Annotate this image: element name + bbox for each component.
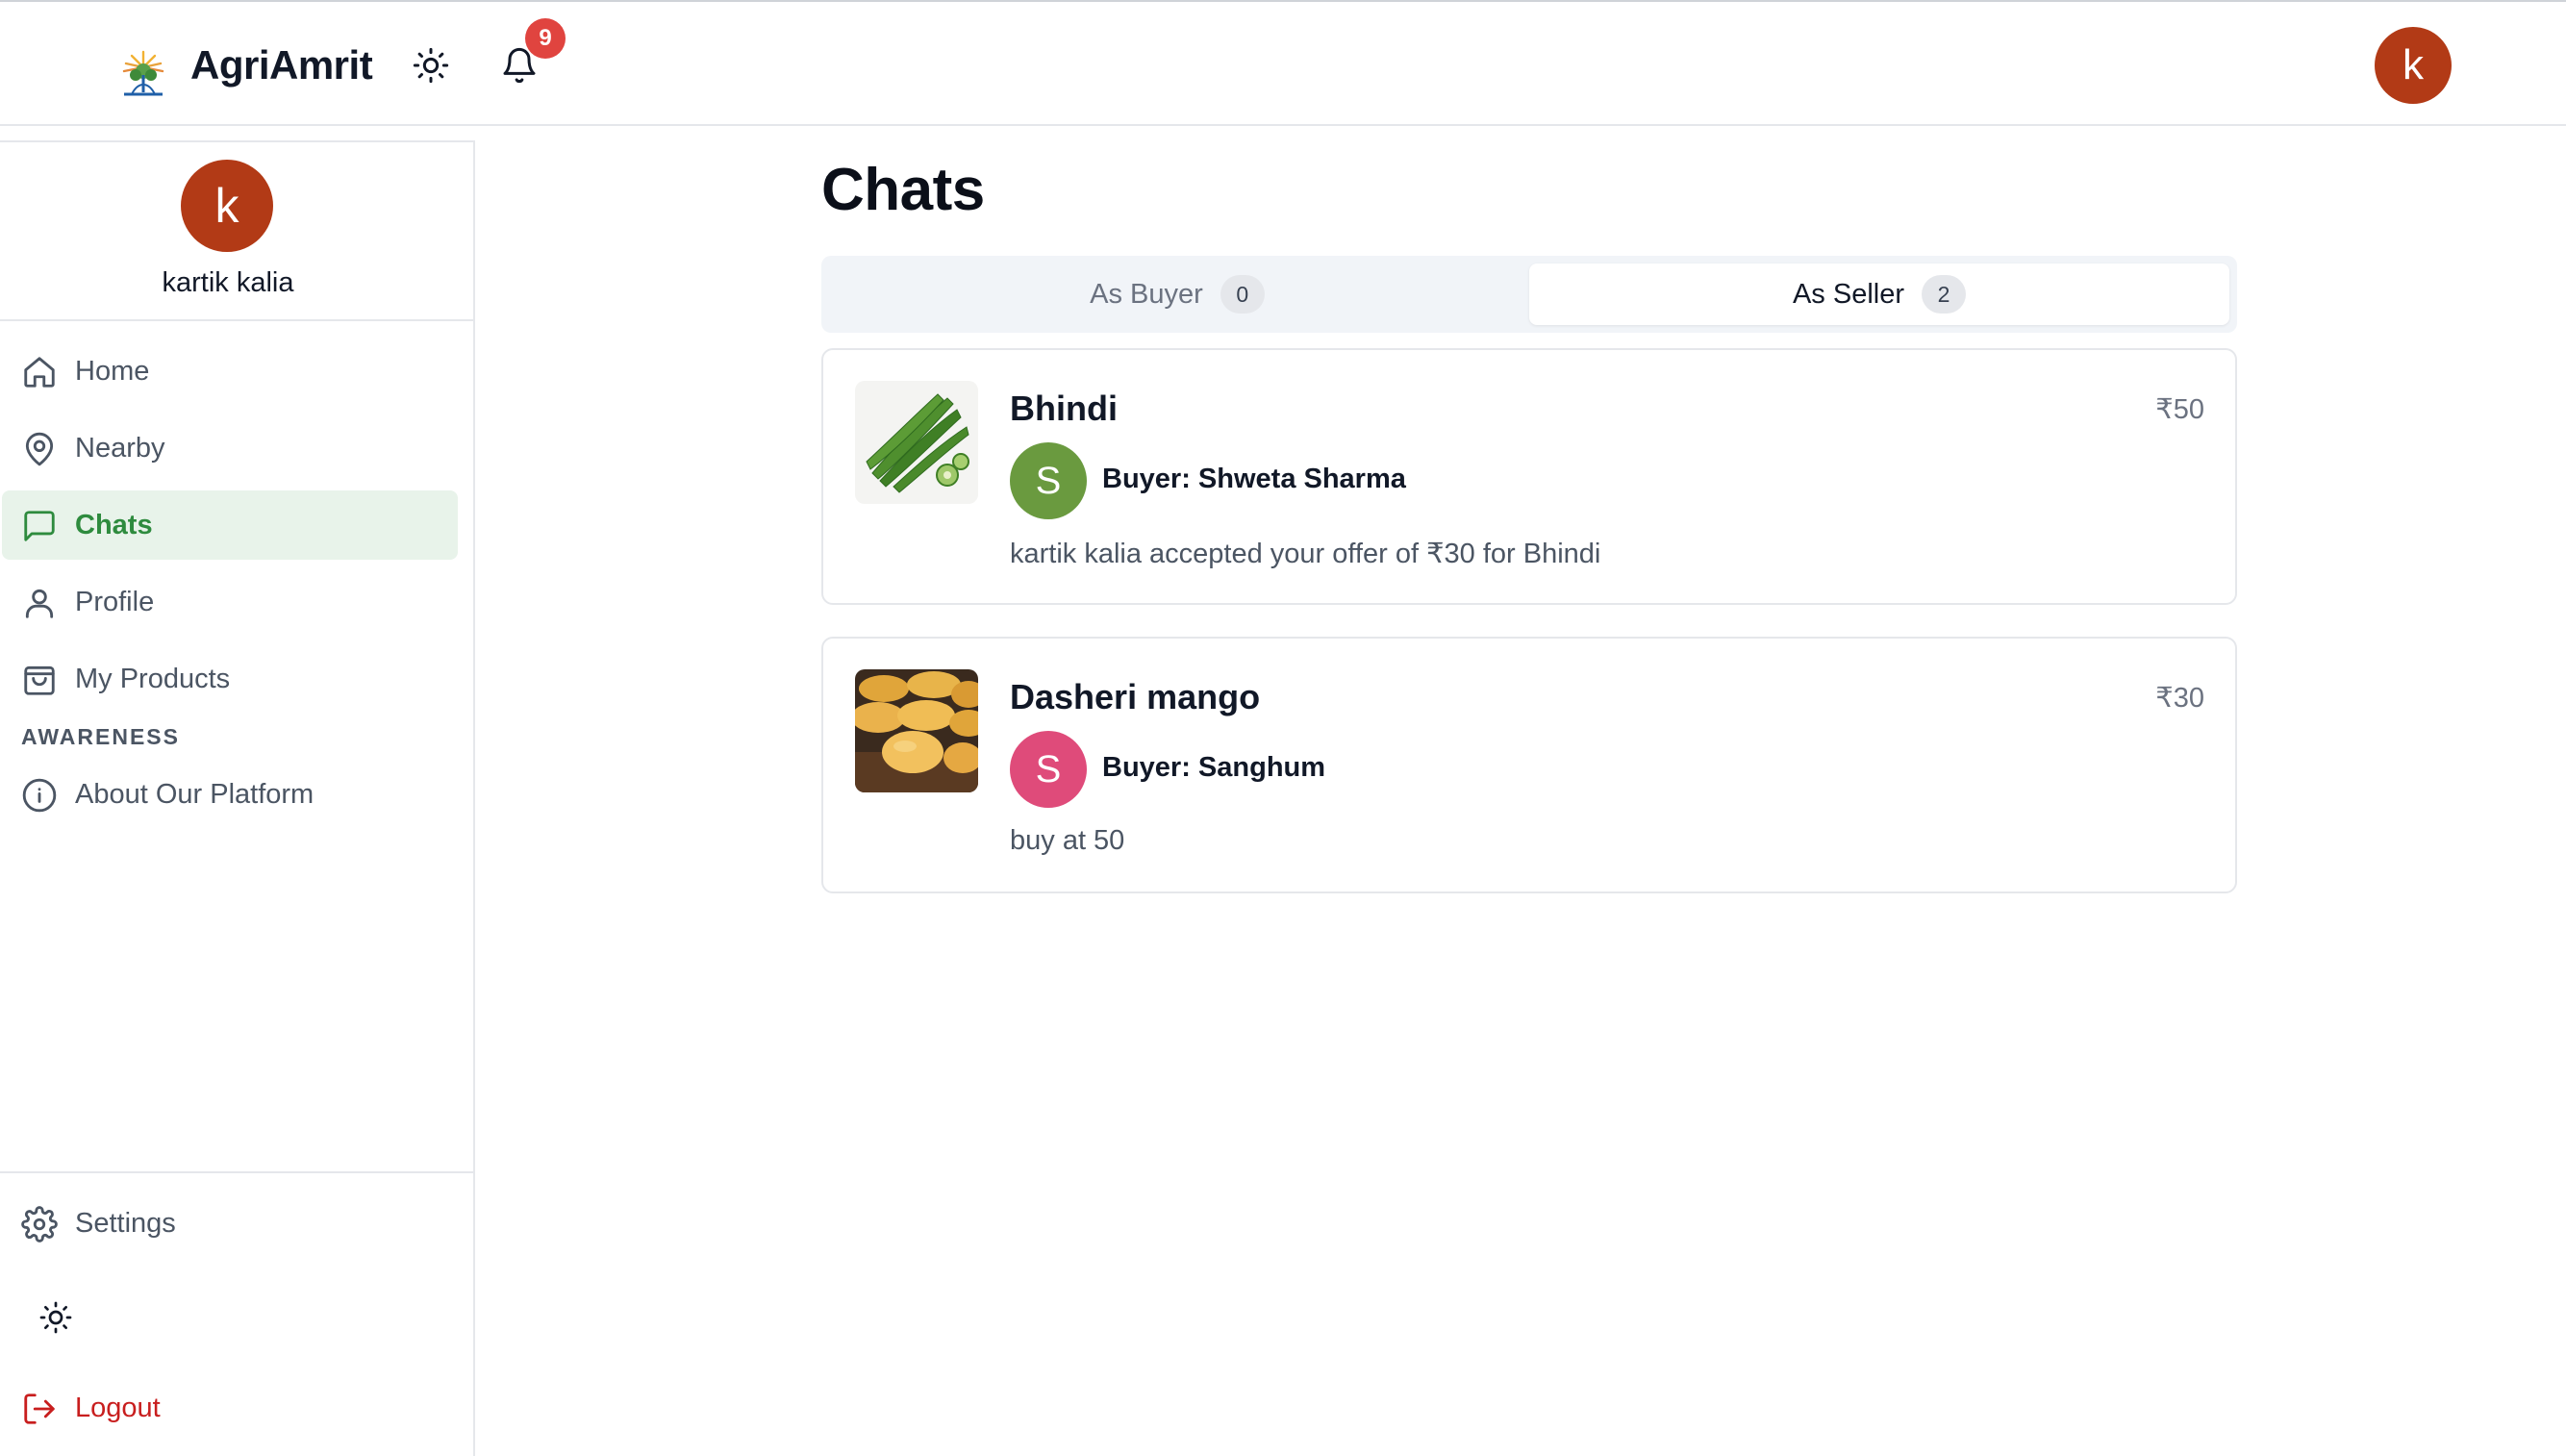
sidebar-item-chats[interactable]: Chats [2,490,458,560]
section-label-awareness: AWARENESS [21,724,180,749]
buyer-avatar: S [1010,442,1087,519]
info-icon [22,778,57,813]
logout-icon [24,1393,55,1424]
sidebar: k kartik kalia Home Nearby Chats Profile [0,140,475,1456]
tab-count-badge: 0 [1220,275,1265,314]
shopping-bag-icon [24,665,55,695]
tab-as-buyer[interactable]: As Buyer 0 [827,264,1527,325]
last-message: buy at 50 [1010,825,1125,856]
top-bar: AgriAmrit 9 k [0,0,2566,126]
sidebar-item-label: My Products [75,663,231,694]
product-thumbnail [855,381,978,504]
sidebar-item-profile[interactable]: Profile [2,567,458,637]
product-name: Dasheri mango [1010,677,1261,716]
tab-count-badge: 2 [1922,275,1967,314]
product-price: ₹50 [2155,394,2204,425]
sidebar-avatar[interactable]: k [181,160,273,252]
last-message: kartik kalia accepted your offer of ₹30 … [1010,539,1601,569]
sidebar-item-label: Settings [75,1207,176,1239]
theme-toggle-sun-icon[interactable] [38,1300,73,1335]
app-title[interactable]: AgriAmrit [190,40,373,90]
sidebar-item-about[interactable]: About Our Platform [2,760,458,829]
sidebar-item-label: Home [75,355,150,387]
sidebar-item-settings[interactable]: Settings [2,1189,458,1258]
sidebar-item-label: Chats [75,509,153,540]
theme-toggle-sun-icon[interactable] [412,46,450,85]
sidebar-divider [0,319,473,321]
app-logo-icon [122,50,164,96]
tab-as-seller[interactable]: As Seller 2 [1529,264,2229,325]
sidebar-item-label: About Our Platform [75,778,314,810]
product-thumbnail [855,669,978,792]
logout-button[interactable]: Logout [2,1373,458,1443]
message-square-icon [24,511,55,541]
home-icon [24,357,55,388]
buyer-name: Buyer: Sanghum [1102,752,1326,783]
gear-icon [21,1206,58,1243]
sidebar-item-nearby[interactable]: Nearby [2,414,458,483]
map-pin-icon [25,432,54,466]
product-price: ₹30 [2155,683,2204,714]
page-title: Chats [821,157,985,223]
sidebar-item-home[interactable]: Home [2,337,458,406]
buyer-name: Buyer: Shweta Sharma [1102,464,1406,494]
user-avatar[interactable]: k [2375,27,2452,104]
chat-card[interactable]: Bhindi ₹50 S Buyer: Shweta Sharma kartik… [821,348,2237,605]
user-icon [25,589,54,618]
chat-card[interactable]: Dasheri mango ₹30 S Buyer: Sanghum buy a… [821,637,2237,893]
sidebar-divider [0,1171,473,1173]
sidebar-item-my-products[interactable]: My Products [2,644,458,714]
logout-label: Logout [75,1392,161,1423]
buyer-avatar: S [1010,731,1087,808]
tab-label: As Buyer [1090,278,1203,310]
sidebar-user-name: kartik kalia [162,267,294,298]
sidebar-item-label: Profile [75,586,155,617]
chat-role-tabs: As Buyer 0 As Seller 2 [821,256,2237,333]
notification-badge[interactable]: 9 [525,18,566,59]
tab-label: As Seller [1792,278,1905,310]
sidebar-item-label: Nearby [75,432,165,464]
product-name: Bhindi [1010,389,1118,428]
